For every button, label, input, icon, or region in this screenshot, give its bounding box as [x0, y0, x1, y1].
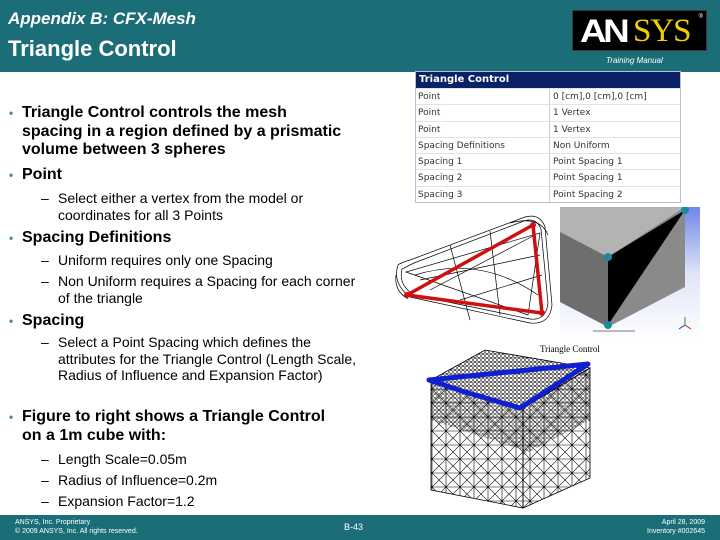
sub-bullet-item: – Select a Point Spacing which defines t…: [41, 334, 357, 383]
property-name: Spacing 1: [416, 154, 550, 170]
table-row[interactable]: Spacing 2 Point Spacing 1: [416, 169, 680, 186]
logo-text-sys: SYS: [633, 13, 692, 49]
registered-icon: ®: [698, 14, 703, 20]
triangle-wireframe-figure: [395, 215, 553, 324]
page-title: Triangle Control: [8, 36, 177, 61]
bullet-item: • Point: [9, 166, 62, 183]
bullet-item: • Spacing: [9, 312, 85, 329]
table-row[interactable]: Point 0 [cm],0 [cm],0 [cm]: [416, 88, 680, 105]
footer-band: ANSYS, Inc. Proprietary © 2009 ANSYS, In…: [0, 515, 720, 540]
details-table-title: Triangle Control: [416, 72, 680, 88]
property-value[interactable]: Point Spacing 1: [550, 170, 680, 185]
training-manual-label: Training Manual: [606, 56, 663, 65]
property-name: Spacing Definitions: [416, 137, 550, 154]
property-name: Point: [416, 121, 550, 137]
details-table: Triangle Control Point 0 [cm],0 [cm],0 […: [415, 71, 681, 204]
table-row[interactable]: Spacing 3 Point Spacing 2: [416, 185, 680, 203]
bullet-dot-icon: •: [9, 410, 14, 424]
bullet-item: • Triangle Control controls the mesh spa…: [9, 104, 342, 158]
property-value[interactable]: 1 Vertex: [550, 105, 680, 120]
header-band: Appendix B: CFX-Mesh Triangle Control AN…: [0, 0, 720, 72]
bullet-item: • Figure to right shows a Triangle Contr…: [9, 408, 326, 444]
bullet-dot-icon: •: [9, 106, 14, 120]
property-value[interactable]: Point Spacing 1: [550, 154, 680, 169]
table-row[interactable]: Spacing Definitions Non Uniform: [416, 136, 680, 154]
dash-icon: –: [41, 252, 49, 268]
sub-bullet-item: – Uniform requires only one Spacing: [41, 252, 273, 268]
property-value[interactable]: Point Spacing 2: [550, 187, 680, 202]
property-value[interactable]: Non Uniform: [550, 138, 680, 153]
cube-triangle-figure: [560, 207, 700, 340]
mesh-figure-label: Triangle Control: [540, 344, 600, 354]
sub-bullet-item: – Expansion Factor=1.2: [41, 493, 195, 509]
dash-icon: –: [41, 451, 49, 467]
mesh-cube-figure: [426, 349, 592, 509]
page-number: B-43: [344, 522, 364, 532]
table-row[interactable]: Point 1 Vertex: [416, 120, 680, 137]
property-name: Point: [416, 89, 550, 105]
dash-icon: –: [41, 334, 49, 350]
dash-icon: –: [41, 472, 49, 488]
property-name: Point: [416, 105, 550, 121]
table-row[interactable]: Spacing 1 Point Spacing 1: [416, 153, 680, 170]
sub-bullet-item: – Select either a vertex from the model …: [41, 190, 304, 223]
sub-bullet-item: – Length Scale=0.05m: [41, 451, 187, 467]
sub-bullet-item: – Radius of Influence=0.2m: [41, 472, 218, 488]
dash-icon: –: [41, 273, 49, 289]
section-subtitle: Appendix B: CFX-Mesh: [8, 9, 196, 28]
footer-date-inventory: April 28, 2009 Inventory #002645: [647, 519, 705, 535]
table-row[interactable]: Point 1 Vertex: [416, 104, 680, 121]
property-value[interactable]: 0 [cm],0 [cm],0 [cm]: [550, 89, 680, 104]
property-name: Spacing 2: [416, 170, 550, 186]
ansys-logo: AN SYS ®: [572, 10, 707, 51]
bullet-item: • Spacing Definitions: [9, 229, 172, 246]
logo-text-an: AN: [580, 13, 630, 49]
dash-icon: –: [41, 493, 49, 509]
property-name: Spacing 3: [416, 186, 550, 203]
bullet-dot-icon: •: [9, 231, 14, 245]
bullet-dot-icon: •: [9, 314, 14, 328]
dash-icon: –: [41, 190, 49, 206]
property-value[interactable]: 1 Vertex: [550, 122, 680, 137]
sub-bullet-item: – Non Uniform requires a Spacing for eac…: [41, 273, 356, 306]
bullet-dot-icon: •: [9, 168, 14, 182]
footer-copyright: ANSYS, Inc. Proprietary © 2009 ANSYS, In…: [15, 519, 138, 535]
